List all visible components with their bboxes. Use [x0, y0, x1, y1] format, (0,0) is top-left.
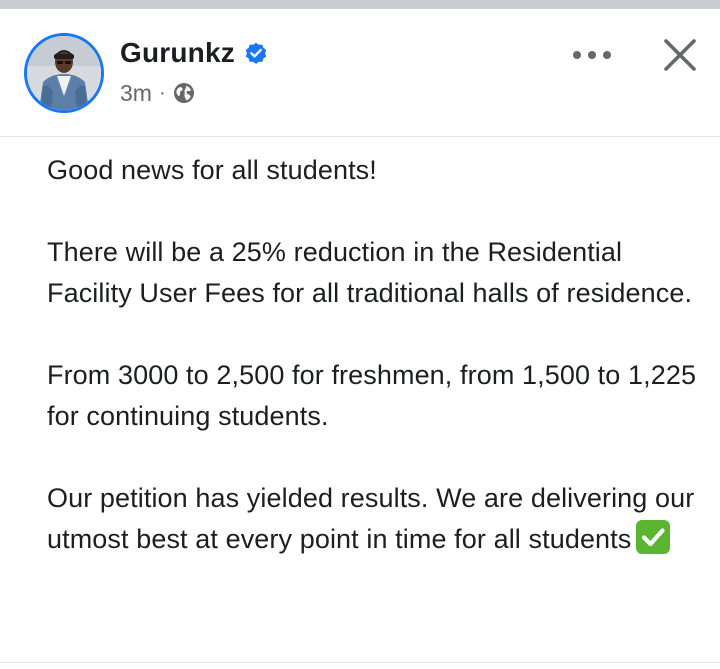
footer-divider — [0, 662, 720, 663]
post-meta: 3m · — [120, 79, 196, 107]
post-paragraph-text: Our petition has yielded results. We are… — [47, 483, 695, 554]
more-horizontal-icon — [573, 51, 611, 59]
close-icon — [664, 39, 696, 71]
header-divider — [0, 136, 720, 137]
top-bar — [0, 0, 720, 9]
post-header: Gurunkz 3m · — [0, 9, 720, 136]
meta-separator: · — [158, 81, 166, 104]
author-name[interactable]: Gurunkz — [120, 37, 235, 69]
globe-icon[interactable] — [172, 81, 196, 105]
verified-badge-icon — [245, 42, 267, 64]
more-options-button[interactable] — [566, 35, 618, 75]
post-paragraph: Good news for all students! — [47, 155, 377, 185]
timestamp[interactable]: 3m — [120, 80, 152, 107]
author-row: Gurunkz — [120, 37, 269, 69]
post-text: Good news for all students! There will b… — [47, 150, 697, 560]
post-paragraph-last: Our petition has yielded results. We are… — [47, 478, 697, 560]
avatar-photo — [27, 36, 101, 110]
close-button[interactable] — [654, 29, 706, 81]
post-view: Gurunkz 3m · Good news for all students!… — [0, 0, 720, 669]
post-paragraph: From 3000 to 2,500 for freshmen, from 1,… — [47, 360, 697, 431]
check-mark-button-emoji — [636, 520, 671, 554]
avatar[interactable] — [24, 33, 104, 113]
post-paragraph: There will be a 25% reduction in the Res… — [47, 237, 693, 308]
